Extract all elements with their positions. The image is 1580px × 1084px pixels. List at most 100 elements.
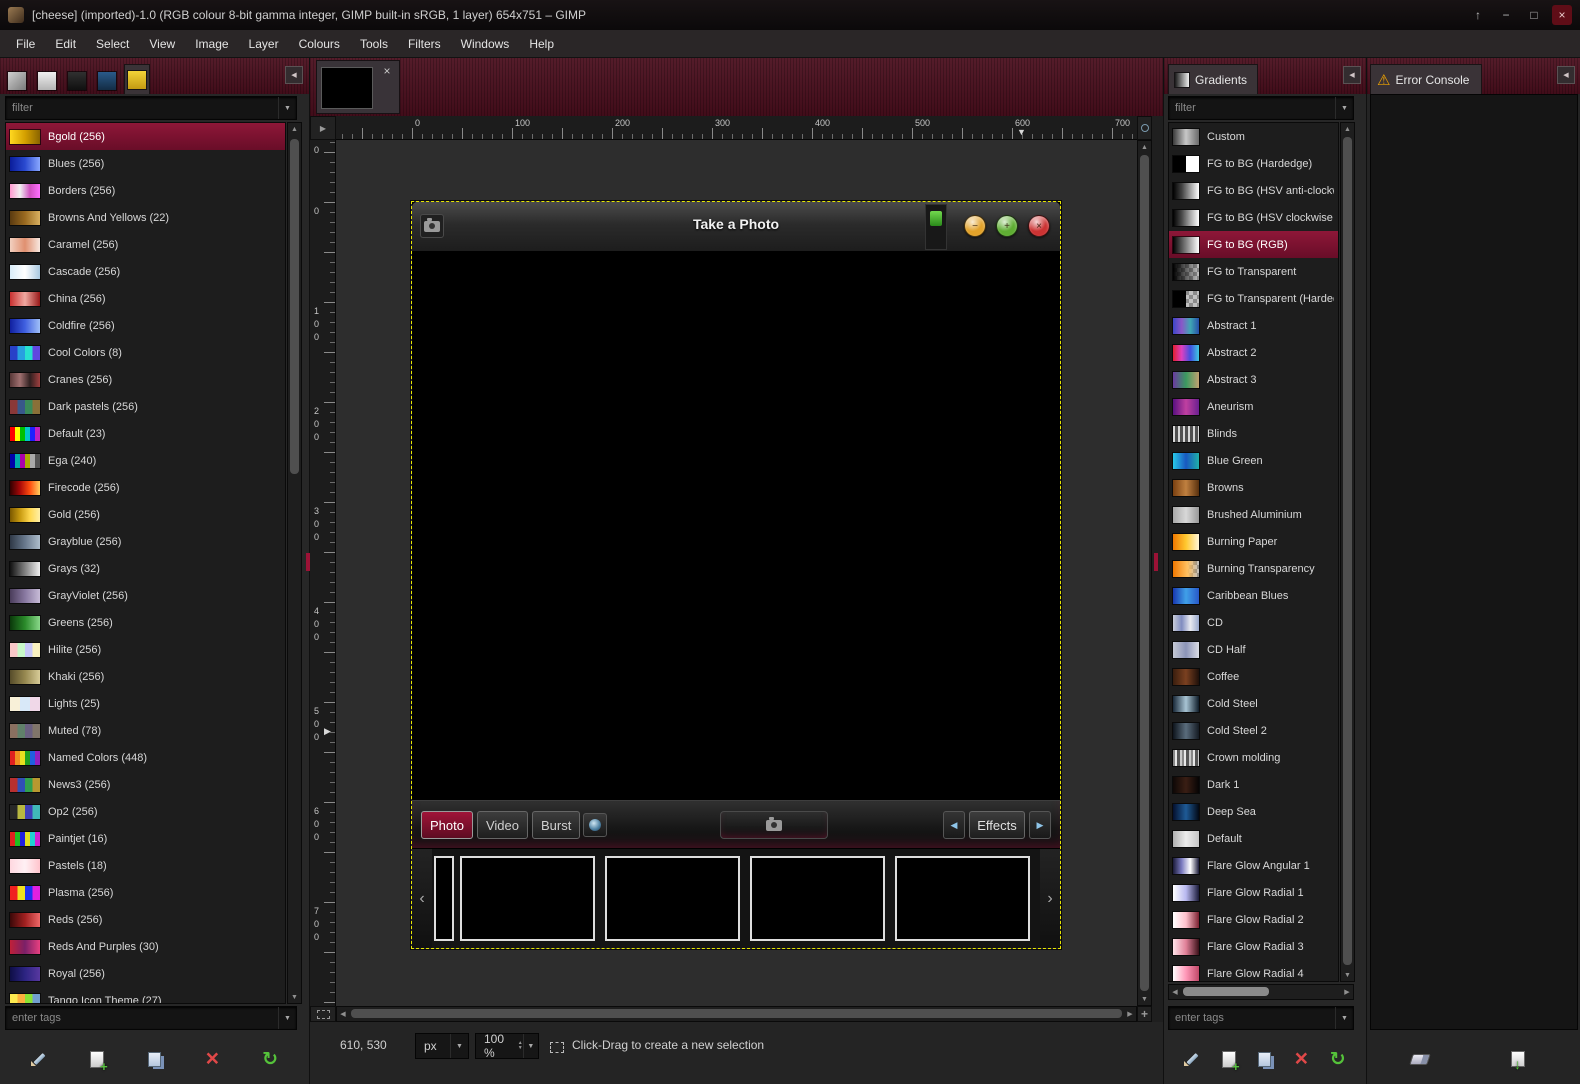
cheese-thumbnail[interactable] xyxy=(460,856,595,941)
palette-item[interactable]: Muted (78) xyxy=(6,717,285,744)
palette-item[interactable]: Blues (256) xyxy=(6,150,285,177)
scroll-down-icon[interactable] xyxy=(1138,993,1151,1005)
gradient-item[interactable]: Caribbean Blues xyxy=(1169,582,1338,609)
document-history-tab[interactable] xyxy=(34,68,60,94)
gradient-item[interactable]: Flare Glow Radial 4 xyxy=(1169,960,1338,982)
refresh-palettes-button[interactable] xyxy=(253,1044,287,1074)
palette-item[interactable]: Royal (256) xyxy=(6,960,285,987)
palette-item[interactable]: Cool Colors (8) xyxy=(6,339,285,366)
tab-gradients[interactable]: Gradients xyxy=(1168,64,1258,94)
cheese-thumbnail[interactable] xyxy=(605,856,740,941)
canvas-hscrollbar[interactable] xyxy=(336,1006,1137,1022)
scroll-right-icon[interactable] xyxy=(1341,985,1353,998)
buffers-tab[interactable] xyxy=(64,68,90,94)
save-errors-button[interactable] xyxy=(1501,1044,1535,1074)
gradient-item[interactable]: Aneurism xyxy=(1169,393,1338,420)
palette-item[interactable]: Grayblue (256) xyxy=(6,528,285,555)
palette-item[interactable]: Dark pastels (256) xyxy=(6,393,285,420)
canvas-menu-button[interactable] xyxy=(310,116,336,140)
gradient-tags-input[interactable]: enter tags xyxy=(1168,1006,1354,1030)
gradient-item[interactable]: Flare Glow Angular 1 xyxy=(1169,852,1338,879)
gradient-item[interactable]: Custom xyxy=(1169,123,1338,150)
duplicate-gradient-button[interactable] xyxy=(1248,1044,1282,1074)
window-maximize-button[interactable]: □ xyxy=(1524,5,1544,25)
image-tab[interactable]: × xyxy=(316,60,400,114)
gradient-item[interactable]: Blue Green xyxy=(1169,447,1338,474)
gradient-item[interactable]: FG to BG (Hardedge) xyxy=(1169,150,1338,177)
take-photo-button[interactable] xyxy=(720,811,828,839)
palette-item[interactable]: Lights (25) xyxy=(6,690,285,717)
palette-item[interactable]: Grays (32) xyxy=(6,555,285,582)
palette-item[interactable]: Tango Icon Theme (27) xyxy=(6,987,285,1004)
error-console-menu-button[interactable] xyxy=(1557,66,1575,84)
cheese-photo-button[interactable]: Photo xyxy=(421,811,473,839)
canvas-hscrollbar-thumb[interactable] xyxy=(351,1009,1122,1018)
palette-scrollbar-thumb[interactable] xyxy=(290,139,299,474)
thumbnails-prev-button[interactable] xyxy=(412,849,432,948)
gradient-hscrollbar-thumb[interactable] xyxy=(1183,987,1269,996)
cheese-thumbnail[interactable] xyxy=(750,856,885,941)
gradient-item[interactable]: FG to BG (RGB) xyxy=(1169,231,1338,258)
gradient-item[interactable]: CD Half xyxy=(1169,636,1338,663)
palettes-tab[interactable] xyxy=(124,64,150,94)
gradient-item[interactable]: Abstract 1 xyxy=(1169,312,1338,339)
scroll-right-icon[interactable] xyxy=(1124,1007,1136,1020)
palette-item[interactable]: Default (23) xyxy=(6,420,285,447)
gradient-scrollbar-thumb[interactable] xyxy=(1343,137,1352,965)
h-ruler[interactable]: 0100200300400500600700 xyxy=(336,116,1137,140)
palette-item[interactable]: Caramel (256) xyxy=(6,231,285,258)
palette-tags-input[interactable]: enter tags xyxy=(5,1006,297,1030)
cheese-maximize-button[interactable]: + xyxy=(996,215,1018,237)
menu-image[interactable]: Image xyxy=(185,32,238,56)
gradient-item[interactable]: Blinds xyxy=(1169,420,1338,447)
new-palette-button[interactable] xyxy=(80,1044,114,1074)
unit-select[interactable]: px xyxy=(415,1033,469,1059)
palette-item[interactable]: Named Colors (448) xyxy=(6,744,285,771)
effects-toggle-button[interactable] xyxy=(583,813,607,837)
menu-file[interactable]: File xyxy=(6,32,45,56)
palette-item[interactable]: GrayViolet (256) xyxy=(6,582,285,609)
delete-palette-button[interactable] xyxy=(195,1044,229,1074)
edit-palette-button[interactable] xyxy=(22,1044,56,1074)
clear-errors-button[interactable] xyxy=(1403,1044,1437,1074)
titlebar[interactable]: [cheese] (imported)-1.0 (RGB colour 8-bi… xyxy=(0,0,1580,30)
gradient-item[interactable]: Abstract 3 xyxy=(1169,366,1338,393)
zoom-select[interactable]: 100 % xyxy=(475,1033,539,1059)
palette-filter-input[interactable]: filter xyxy=(5,96,297,120)
scroll-up-icon[interactable] xyxy=(1341,123,1354,135)
effects-prev-button[interactable] xyxy=(943,811,965,839)
gradient-item[interactable]: Cold Steel xyxy=(1169,690,1338,717)
effects-button[interactable]: Effects xyxy=(969,811,1025,839)
cheese-video-button[interactable]: Video xyxy=(477,811,528,839)
palettes-dock-menu-button[interactable] xyxy=(285,66,303,84)
cheese-close-button[interactable]: × xyxy=(1028,215,1050,237)
canvas-vscrollbar[interactable] xyxy=(1137,140,1152,1006)
palette-item[interactable]: Reds And Purples (30) xyxy=(6,933,285,960)
scroll-down-icon[interactable] xyxy=(1341,969,1354,981)
gradient-item[interactable]: Abstract 2 xyxy=(1169,339,1338,366)
gradient-item[interactable]: Deep Sea xyxy=(1169,798,1338,825)
cheese-thumbnail-partial[interactable] xyxy=(434,856,454,941)
gradient-item[interactable]: Burning Transparency xyxy=(1169,555,1338,582)
canvas-viewport[interactable]: Take a Photo −+× PhotoVideoBurst Effects xyxy=(336,140,1137,1006)
gradient-item[interactable]: FG to Transparent (Hardedge) xyxy=(1169,285,1338,312)
palette-item[interactable]: Bgold (256) xyxy=(6,123,285,150)
palette-item[interactable]: Browns And Yellows (22) xyxy=(6,204,285,231)
quick-mask-toggle[interactable] xyxy=(310,1006,336,1022)
gradient-item[interactable]: Default xyxy=(1169,825,1338,852)
scroll-up-icon[interactable] xyxy=(288,123,301,135)
delete-gradient-button[interactable] xyxy=(1284,1044,1318,1074)
palette-item[interactable]: Cranes (256) xyxy=(6,366,285,393)
canvas-vscrollbar-thumb[interactable] xyxy=(1140,155,1149,991)
gradient-item[interactable]: Flare Glow Radial 2 xyxy=(1169,906,1338,933)
gradient-item[interactable]: Dark 1 xyxy=(1169,771,1338,798)
scroll-left-icon[interactable] xyxy=(337,1007,349,1020)
edit-gradient-button[interactable] xyxy=(1175,1044,1209,1074)
menu-colours[interactable]: Colours xyxy=(289,32,350,56)
palette-item[interactable]: Hilite (256) xyxy=(6,636,285,663)
scroll-up-icon[interactable] xyxy=(1138,141,1151,153)
scroll-down-icon[interactable] xyxy=(288,991,301,1003)
gradient-item[interactable]: CD xyxy=(1169,609,1338,636)
palette-item[interactable]: Cascade (256) xyxy=(6,258,285,285)
palette-item[interactable]: Greens (256) xyxy=(6,609,285,636)
